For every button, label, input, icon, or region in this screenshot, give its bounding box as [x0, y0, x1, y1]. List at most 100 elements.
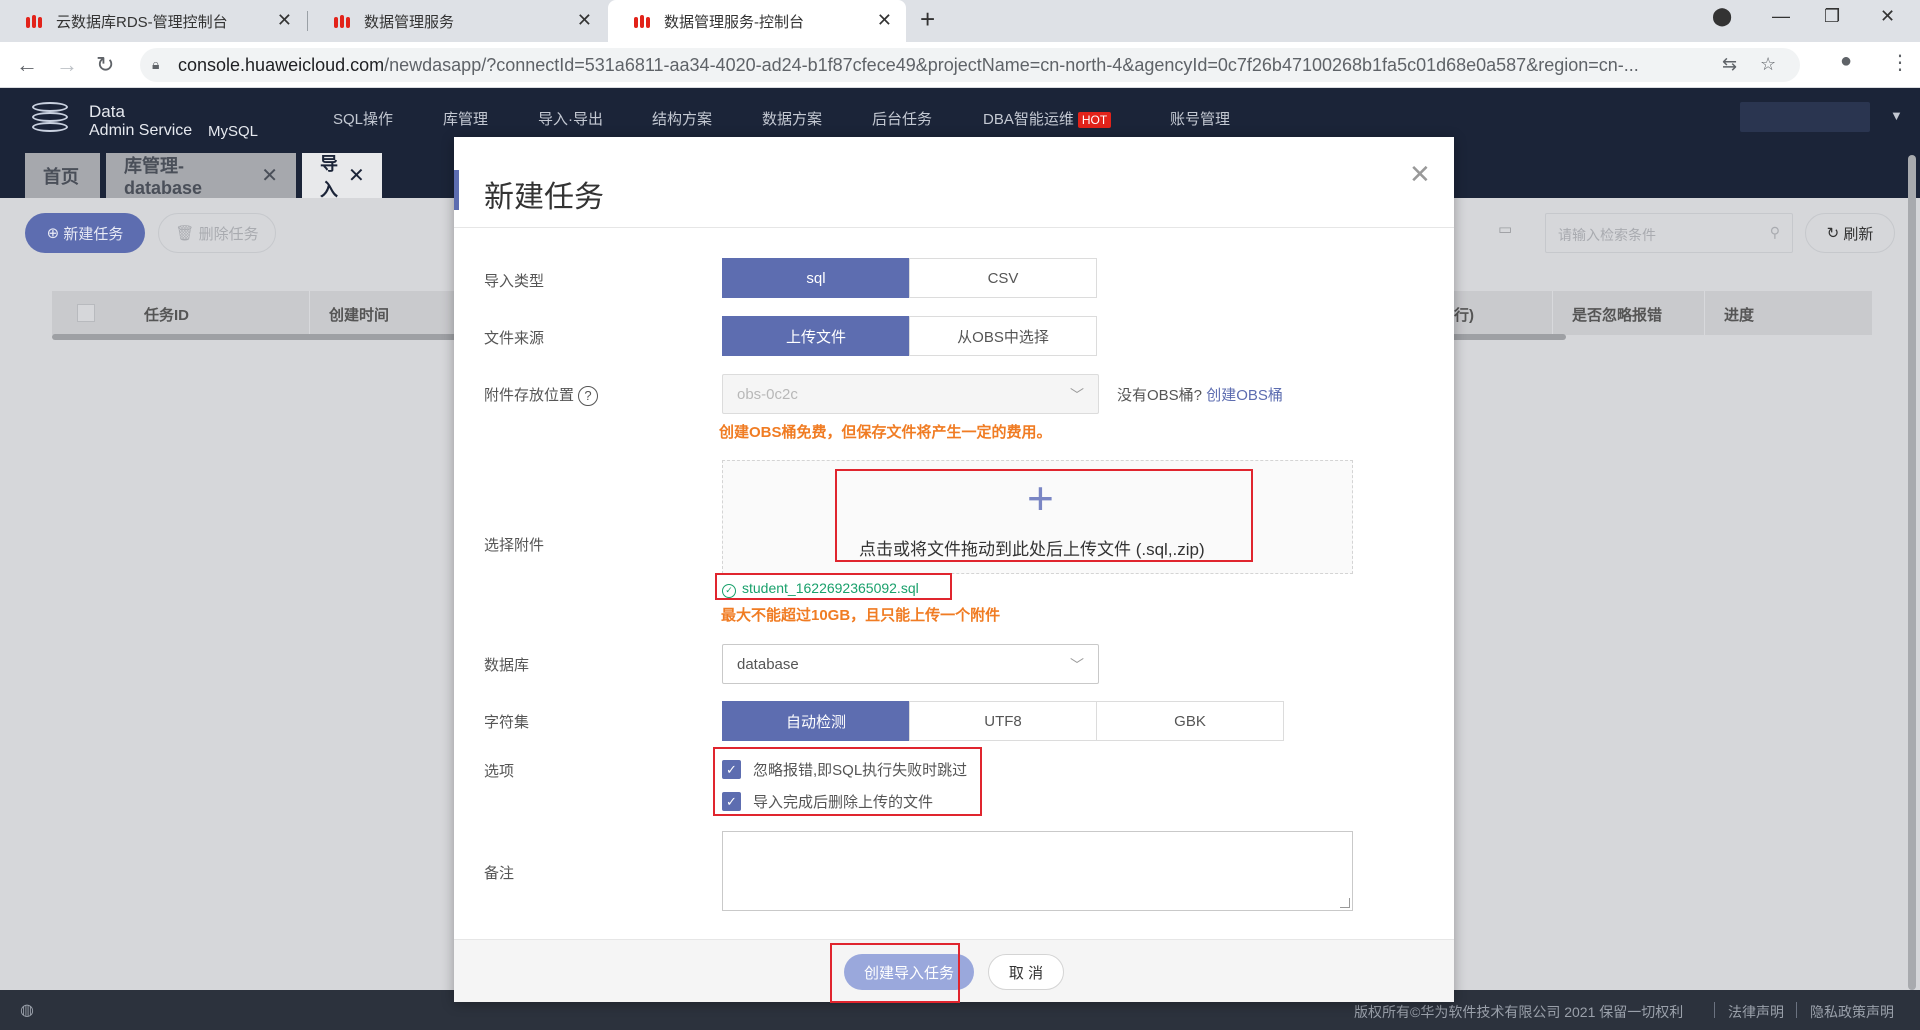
- resize-handle-icon[interactable]: [1340, 898, 1350, 908]
- lock-icon: 🔒︎: [152, 56, 160, 72]
- forward-icon[interactable]: →: [56, 52, 78, 78]
- page-vertical-scrollbar[interactable]: [1908, 155, 1916, 990]
- charset-segment: 自动检测 UTF8 GBK: [722, 701, 1284, 741]
- browser-tab-strip: 云数据库RDS-管理控制台 ✕ 数据管理服务 ✕ 数据管理服务-控制台 ✕ + …: [0, 0, 1920, 42]
- col-rows: 行): [1454, 307, 1474, 324]
- import-type-csv[interactable]: CSV: [909, 258, 1097, 298]
- close-icon[interactable]: ✕: [277, 10, 292, 31]
- tab-search-icon[interactable]: ⬤: [1712, 6, 1732, 27]
- huawei-logo-icon: [24, 14, 44, 28]
- nav-schema[interactable]: 结构方案: [652, 108, 712, 129]
- storage-label: 附件存放位置?: [484, 384, 599, 407]
- database-logo-icon: [28, 100, 72, 140]
- database-select[interactable]: database ﹀: [722, 644, 1099, 684]
- browser-tab-das[interactable]: 数据管理服务 ✕: [308, 0, 606, 42]
- bookmark-star-icon[interactable]: ☆: [1760, 54, 1776, 75]
- title-accent-bar: [454, 170, 459, 210]
- profile-icon[interactable]: ●: [1840, 50, 1852, 73]
- highlight-box: [713, 747, 982, 816]
- import-type-segment: sql CSV: [722, 258, 1097, 298]
- import-type-sql[interactable]: sql: [722, 258, 910, 298]
- nav-import-export[interactable]: 导入·导出: [538, 108, 603, 129]
- chevron-down-icon: ﹀: [1070, 387, 1084, 403]
- charset-utf8[interactable]: UTF8: [909, 701, 1097, 741]
- legal-link[interactable]: 法律声明: [1728, 1002, 1784, 1022]
- create-obs-link[interactable]: 创建OBS桶: [1206, 387, 1283, 404]
- new-task-button[interactable]: ⊕ 新建任务: [25, 213, 145, 253]
- nav-sql[interactable]: SQL操作: [333, 108, 393, 129]
- col-divider: [1552, 291, 1553, 335]
- url-text: console.huaweicloud.com/newdasapp/?conne…: [178, 55, 1639, 75]
- col-task-id: 任务ID: [144, 307, 190, 324]
- highlight-box: [830, 943, 960, 1003]
- file-source-label: 文件来源: [484, 330, 545, 347]
- close-icon[interactable]: ✕: [1409, 159, 1431, 190]
- remark-textarea[interactable]: [722, 831, 1353, 911]
- file-size-warning: 最大不能超过10GB，且只能上传一个附件: [721, 607, 1001, 624]
- nav-dba[interactable]: DBA智能运维 HOT: [983, 108, 1112, 129]
- remark-label: 备注: [484, 865, 515, 882]
- browser-tab-rds[interactable]: 云数据库RDS-管理控制台 ✕: [0, 0, 306, 42]
- col-divider: [309, 291, 310, 335]
- help-icon[interactable]: ?: [578, 386, 599, 407]
- window-close-icon[interactable]: ✕: [1880, 6, 1895, 27]
- charset-auto[interactable]: 自动检测: [722, 701, 910, 741]
- close-icon[interactable]: ✕: [261, 163, 278, 188]
- col-ignore-errors: 是否忽略报错: [1572, 307, 1663, 324]
- import-type-label: 导入类型: [484, 273, 545, 290]
- back-icon[interactable]: ←: [16, 52, 38, 78]
- select-all-checkbox[interactable]: [77, 304, 95, 322]
- plus-icon[interactable]: +: [1027, 475, 1054, 521]
- user-account[interactable]: [1740, 102, 1870, 132]
- close-icon[interactable]: ✕: [348, 163, 365, 188]
- menu-icon[interactable]: ⋮: [1890, 50, 1910, 75]
- search-icon[interactable]: ⚲: [1770, 224, 1780, 241]
- cancel-button[interactable]: 取 消: [988, 954, 1064, 990]
- highlight-box: [715, 573, 952, 600]
- hot-badge: HOT: [1077, 112, 1112, 128]
- file-source-obs[interactable]: 从OBS中选择: [909, 316, 1097, 356]
- close-icon[interactable]: ✕: [877, 10, 892, 31]
- search-input[interactable]: 请输入检索条件 ⚲: [1545, 213, 1793, 253]
- chevron-down-icon: ﹀: [1070, 657, 1084, 673]
- minimize-icon[interactable]: —: [1772, 6, 1790, 27]
- nav-background-tasks[interactable]: 后台任务: [872, 108, 932, 129]
- dialog-header: 新建任务 ✕: [454, 137, 1454, 228]
- tab-db-manage[interactable]: 库管理-database ✕: [106, 153, 296, 198]
- reload-icon[interactable]: ↻: [96, 52, 114, 78]
- address-bar: ← → ↻ 🔒︎ console.huaweicloud.com/newdasa…: [0, 42, 1920, 88]
- refresh-icon: ↻: [1826, 225, 1844, 242]
- nav-data-plan[interactable]: 数据方案: [762, 108, 822, 129]
- attachment-label: 选择附件: [484, 537, 545, 554]
- url-field[interactable]: 🔒︎ console.huaweicloud.com/newdasapp/?co…: [140, 48, 1800, 82]
- obs-cost-warning: 创建OBS桶免费，但保存文件将产生一定的费用。: [719, 424, 1052, 441]
- huawei-logo-icon: [332, 14, 352, 28]
- dropzone-text: 点击或将文件拖动到此处后上传文件 (.sql,.zip): [859, 540, 1205, 559]
- globe-icon[interactable]: ◍: [20, 1000, 34, 1020]
- chevron-down-icon[interactable]: ▼: [1890, 108, 1903, 123]
- new-task-dialog: 新建任务 ✕ 导入类型 sql CSV 文件来源 上传文件 从OBS中选择 附件…: [454, 137, 1454, 1003]
- charset-gbk[interactable]: GBK: [1096, 701, 1284, 741]
- footer-divider: [1796, 1002, 1797, 1018]
- maximize-icon[interactable]: ❐: [1824, 6, 1840, 27]
- copyright-text: 版权所有©华为软件技术有限公司 2021 保留一切权利: [1354, 1004, 1684, 1020]
- privacy-link[interactable]: 隐私政策声明: [1810, 1002, 1894, 1022]
- file-source-upload[interactable]: 上传文件: [722, 316, 910, 356]
- close-icon[interactable]: ✕: [577, 10, 592, 31]
- dialog-title: 新建任务: [484, 181, 604, 214]
- footer-divider: [1714, 1002, 1715, 1018]
- tab-import[interactable]: 导入 ✕: [302, 153, 382, 200]
- nav-accounts[interactable]: 账号管理: [1170, 108, 1230, 129]
- file-source-segment: 上传文件 从OBS中选择: [722, 316, 1097, 356]
- database-label: 数据库: [484, 657, 530, 674]
- nav-db-manage[interactable]: 库管理: [443, 108, 488, 129]
- new-tab-icon[interactable]: +: [920, 4, 935, 35]
- storage-select[interactable]: obs-0c2c ﹀: [722, 374, 1099, 414]
- refresh-button[interactable]: ↻ 刷新: [1805, 213, 1895, 253]
- trash-icon: 🗑︎: [175, 225, 199, 242]
- translate-icon[interactable]: ⇆: [1722, 54, 1737, 75]
- tab-home[interactable]: 首页: [25, 153, 100, 198]
- calendar-icon[interactable]: ▭: [1498, 220, 1512, 238]
- browser-tab-das-console[interactable]: 数据管理服务-控制台 ✕: [608, 0, 906, 42]
- delete-task-button[interactable]: 🗑︎ 删除任务: [158, 213, 276, 253]
